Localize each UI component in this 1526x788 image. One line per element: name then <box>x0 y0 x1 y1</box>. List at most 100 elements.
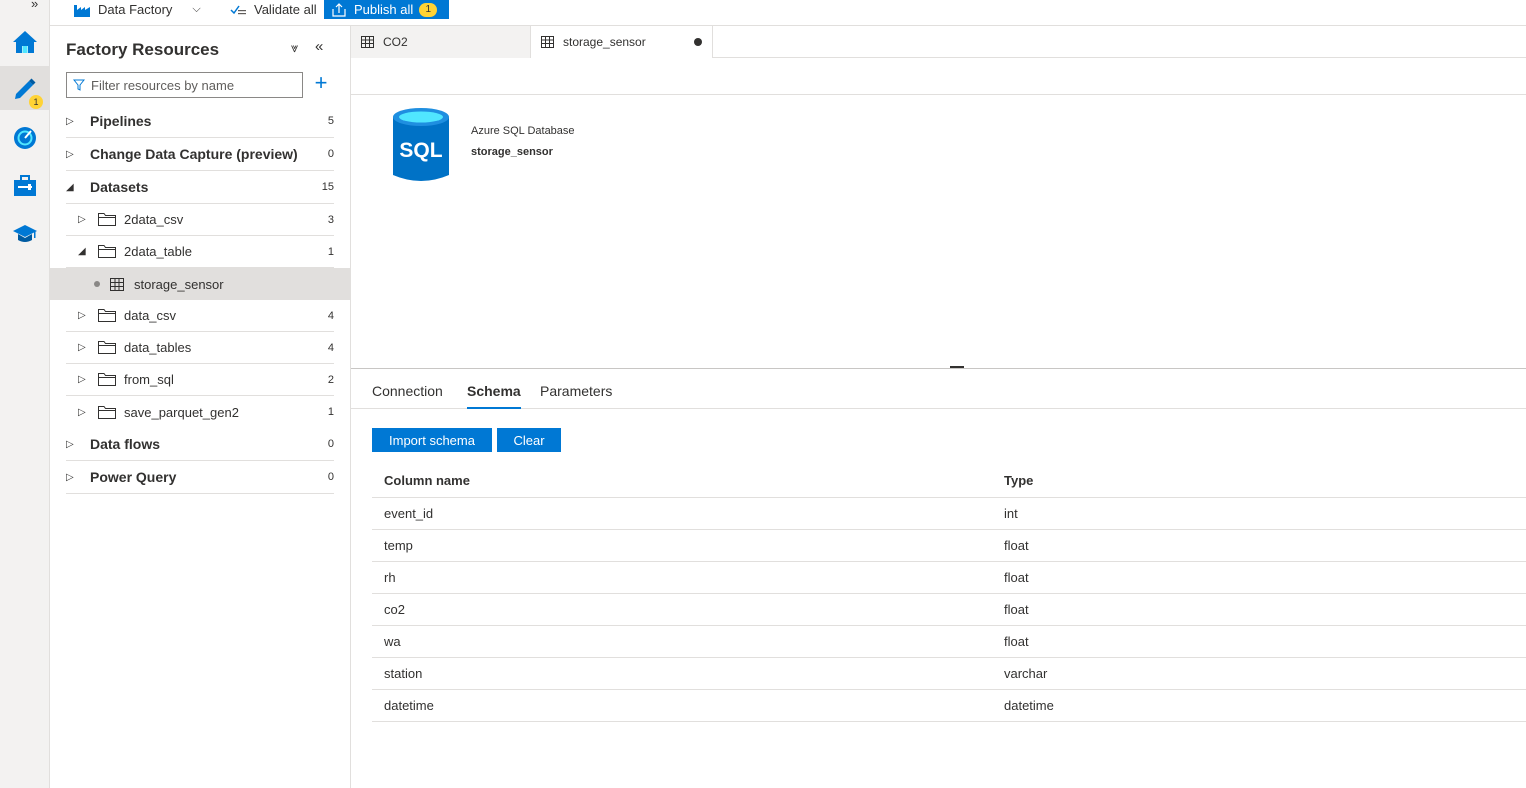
import-schema-button[interactable]: Import schema <box>372 428 492 452</box>
category-count: 5 <box>327 115 334 127</box>
publish-all-label: Publish all <box>354 2 414 17</box>
category-count: 0 <box>327 438 334 450</box>
tab-schema[interactable]: Schema <box>467 383 521 409</box>
schema-table: Column name Type event_id int temp float… <box>372 464 1526 722</box>
folder-label: data_csv <box>124 308 177 323</box>
properties-tabs: Connection Schema Parameters <box>351 369 1526 409</box>
folder-count: 4 <box>327 309 334 322</box>
tab-label: storage_sensor <box>563 35 646 49</box>
type-header: Type <box>1004 473 1034 488</box>
monitor-button[interactable] <box>0 116 50 160</box>
dataset-item-selected[interactable]: storage_sensor <box>50 268 350 300</box>
folder-item[interactable]: ▷ data_tables 4 <box>66 332 334 364</box>
folder-item[interactable]: ◢ 2data_table 1 <box>66 236 334 268</box>
table-row[interactable]: station varchar <box>372 658 1526 690</box>
column-name-cell: event_id <box>384 506 434 521</box>
caret-down-icon: ◢ <box>66 181 74 193</box>
tab-parameters[interactable]: Parameters <box>540 383 612 409</box>
author-button[interactable]: 1 <box>0 66 50 110</box>
type-cell: int <box>1004 506 1018 521</box>
type-cell: datetime <box>1004 698 1054 713</box>
column-name-cell: wa <box>384 634 401 649</box>
folder-item[interactable]: ▷ save_parquet_gen2 1 <box>66 396 334 428</box>
home-icon <box>13 31 37 53</box>
publish-count-badge: 1 <box>419 2 438 17</box>
category-label: Change Data Capture (preview) <box>90 146 298 162</box>
panel-title: Factory Resources <box>66 40 220 59</box>
folder-item[interactable]: ▷ from_sql 2 <box>66 364 334 396</box>
tab-co2[interactable]: CO2 <box>351 26 531 58</box>
table-icon <box>110 277 124 291</box>
author-badge: 1 <box>29 95 43 109</box>
folder-item[interactable]: ▷ data_csv 4 <box>66 300 334 332</box>
type-cell: float <box>1004 602 1029 617</box>
expand-rail-icon[interactable]: » <box>31 0 38 11</box>
resource-tree: ▷ Pipelines 5 ▷ Change Data Capture (pre… <box>50 105 350 494</box>
category-label: Power Query <box>90 469 177 485</box>
tab-connection[interactable]: Connection <box>372 383 443 409</box>
caret-right-icon: ▷ <box>66 438 74 450</box>
unsaved-dot-icon <box>694 38 702 46</box>
folder-label: 2data_csv <box>124 212 184 227</box>
filter-resources-input[interactable] <box>91 77 291 93</box>
table-row[interactable]: rh float <box>372 562 1526 594</box>
validate-all-button[interactable]: Validate all <box>230 0 317 19</box>
filter-box[interactable] <box>66 72 303 98</box>
top-toolbar: Data Factory ⌵ Validate all Publish all … <box>50 0 1526 26</box>
dataset-card[interactable]: SQL Azure SQL Database storage_sensor <box>391 107 575 185</box>
column-name-cell: datetime <box>384 698 434 713</box>
chevron-down-icon: ⌵ <box>192 3 201 15</box>
graduation-cap-icon <box>13 225 37 242</box>
filter-funnel-icon <box>73 79 85 91</box>
category-change-data-capture[interactable]: ▷ Change Data Capture (preview) 0 <box>66 138 334 171</box>
learning-button[interactable] <box>0 212 50 256</box>
add-resource-plus-icon[interactable]: + <box>312 72 330 95</box>
category-count: 0 <box>327 471 334 483</box>
tab-storage-sensor[interactable]: storage_sensor <box>531 26 713 58</box>
home-button[interactable] <box>0 20 50 64</box>
category-data-flows[interactable]: ▷ Data flows 0 <box>66 428 334 461</box>
tab-label: CO2 <box>383 35 408 49</box>
dataset-label: storage_sensor <box>134 276 224 292</box>
dataset-type: Azure SQL Database <box>471 124 575 137</box>
schema-header-row: Column name Type <box>372 464 1526 498</box>
validate-check-icon <box>230 5 246 14</box>
column-name-cell: temp <box>384 538 413 553</box>
folder-icon <box>98 405 116 419</box>
folder-count: 1 <box>327 406 334 418</box>
folder-label: from_sql <box>124 372 174 387</box>
type-cell: float <box>1004 538 1029 553</box>
table-row[interactable]: event_id int <box>372 498 1526 530</box>
data-factory-label: Data Factory <box>98 2 173 17</box>
folder-item[interactable]: ▷ 2data_csv 3 <box>66 204 334 236</box>
folder-icon <box>98 213 116 226</box>
splitter-handle[interactable] <box>950 366 964 368</box>
category-pipelines[interactable]: ▷ Pipelines 5 <box>66 105 334 138</box>
toolbox-icon <box>14 175 36 196</box>
folder-icon <box>98 341 116 354</box>
left-rail: » 1 <box>0 0 50 788</box>
publish-all-button[interactable]: Publish all 1 <box>324 0 449 19</box>
category-count: 15 <box>321 181 334 193</box>
category-label: Pipelines <box>90 113 152 129</box>
category-power-query[interactable]: ▷ Power Query 0 <box>66 461 334 494</box>
factory-icon <box>74 4 90 17</box>
category-datasets[interactable]: ◢ Datasets 15 <box>66 171 334 204</box>
folder-count: 4 <box>327 341 334 354</box>
caret-down-icon: ◢ <box>78 246 86 257</box>
unsaved-dot-icon <box>94 281 100 287</box>
table-row[interactable]: datetime datetime <box>372 690 1526 722</box>
hide-panel-icon[interactable]: « <box>315 38 323 55</box>
manage-button[interactable] <box>0 164 50 208</box>
collapse-all-icon[interactable]: ⩔ <box>291 40 298 56</box>
type-cell: varchar <box>1004 666 1048 681</box>
editor-tabs: CO2 storage_sensor <box>351 26 1526 58</box>
table-icon <box>541 36 554 48</box>
column-name-cell: station <box>384 666 423 681</box>
table-row[interactable]: co2 float <box>372 594 1526 626</box>
data-factory-selector[interactable]: Data Factory ⌵ <box>74 0 201 19</box>
table-row[interactable]: temp float <box>372 530 1526 562</box>
folder-count: 2 <box>327 373 334 386</box>
table-row[interactable]: wa float <box>372 626 1526 658</box>
clear-button[interactable]: Clear <box>497 428 561 452</box>
